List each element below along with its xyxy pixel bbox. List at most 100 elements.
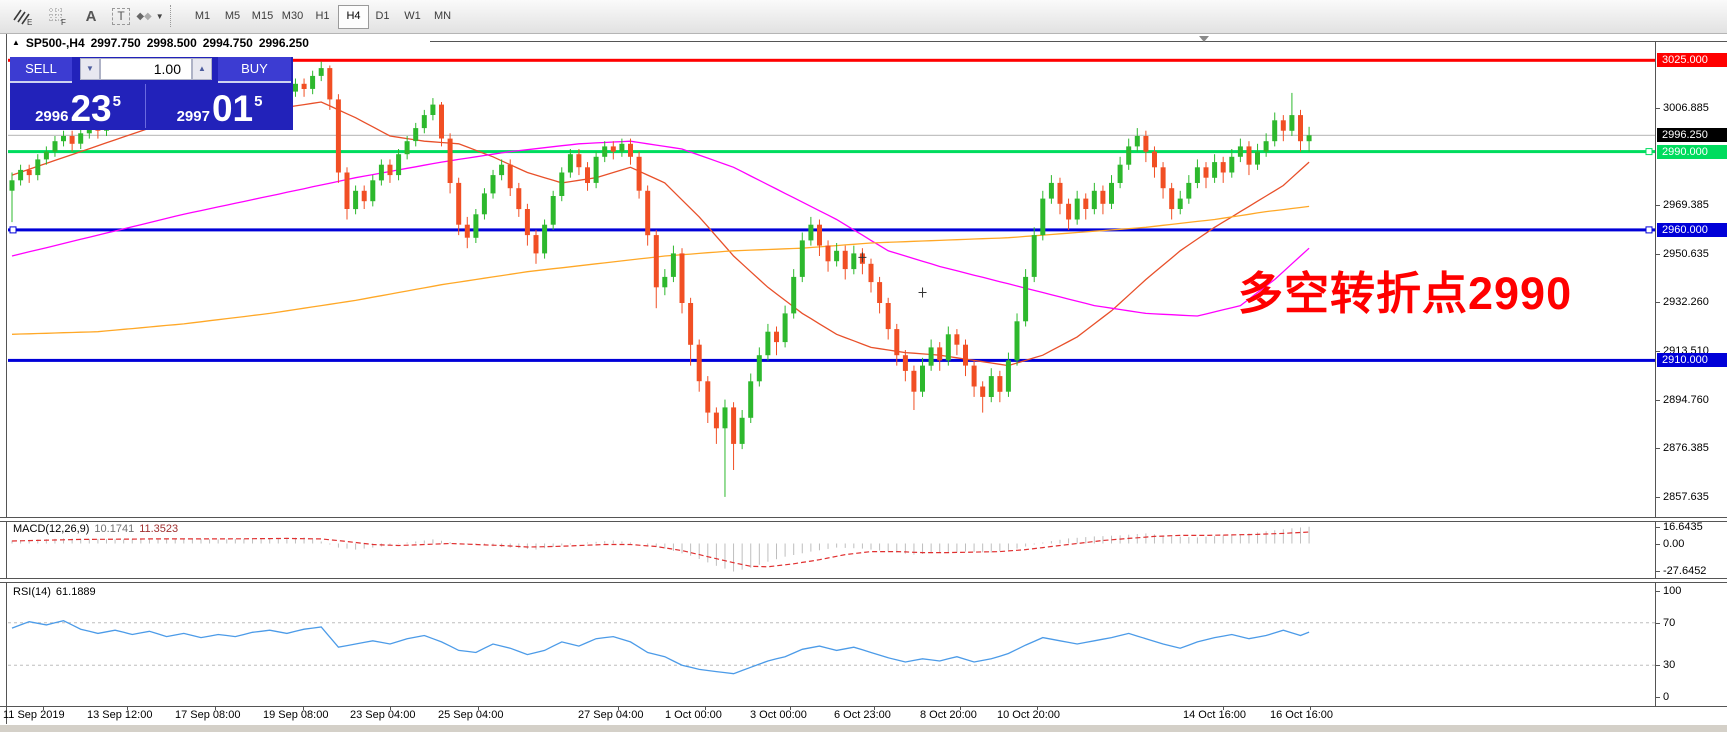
volume-input[interactable] (100, 58, 192, 80)
timeframe-button-m30[interactable]: M30 (278, 5, 307, 27)
timeframe-button-d1[interactable]: D1 (368, 5, 397, 27)
candle-body (482, 193, 487, 214)
timeframe-button-h1[interactable]: H1 (308, 5, 337, 27)
rsi-axis-label: 70 (1663, 616, 1675, 630)
rsi-axis-label: 0 (1663, 690, 1669, 704)
candle-body (843, 251, 848, 269)
candle-body (628, 144, 633, 157)
sell-price[interactable]: 2996 23 5 (12, 84, 144, 128)
candle-body (405, 141, 410, 154)
mt4-window: EFAT◆◆▼ M1M5M15M30H1H4D1W1MN ▲SP500-,H42… (0, 0, 1727, 732)
candle-body (1289, 115, 1294, 131)
price-axis-tick (1656, 302, 1660, 303)
sell-price-small: 2996 (35, 108, 68, 125)
trade-panel-divider (145, 84, 146, 128)
timeframe-button-w1[interactable]: W1 (398, 5, 427, 27)
rsi-axis-tick (1656, 697, 1660, 698)
candle-body (353, 191, 358, 209)
timeframe-button-m1[interactable]: M1 (188, 5, 217, 27)
volume-decrease-button[interactable]: ▼ (80, 58, 100, 80)
candle-body (1015, 321, 1020, 360)
candle-body (430, 105, 435, 115)
volume-increase-button[interactable]: ▲ (192, 58, 212, 80)
candle-body (1229, 157, 1234, 173)
hline-handle[interactable] (1646, 227, 1652, 233)
hline-2910[interactable] (8, 359, 1655, 362)
macd-pane[interactable] (8, 521, 1655, 577)
candle-body (1298, 115, 1303, 141)
rsi-value: 61.1889 (56, 586, 96, 598)
sell-button[interactable]: SELL (10, 57, 72, 83)
price-axis-badge-green: 2990.000 (1657, 145, 1727, 159)
candle-body (808, 225, 813, 241)
candle-body (396, 154, 401, 175)
candle-body (937, 347, 942, 360)
macd-value-main: 10.1741 (94, 523, 134, 535)
price-axis-label: 2950.635 (1663, 247, 1709, 261)
price-axis-badge-blue: 2910.000 (1657, 353, 1727, 367)
candle-body (1109, 183, 1114, 204)
timeframe-button-h4[interactable]: H4 (338, 5, 369, 29)
candle-body (310, 76, 315, 89)
hline-handle[interactable] (1646, 149, 1652, 155)
candle-body (551, 196, 556, 225)
hline-2990[interactable] (8, 150, 1655, 153)
rsi-pane[interactable] (8, 582, 1655, 705)
candle-body (662, 277, 667, 287)
chart-shift-marker-icon (1199, 36, 1209, 42)
candle-body (946, 334, 951, 360)
rsi-line (12, 621, 1309, 674)
candle-body (336, 99, 341, 172)
candle-body (680, 253, 685, 303)
timeframe-button-mn[interactable]: MN (428, 5, 457, 27)
candle-body (723, 407, 728, 428)
candle-body (293, 84, 298, 92)
buy-price-small: 2997 (177, 108, 210, 125)
timeframe-button-m5[interactable]: M5 (218, 5, 247, 27)
toolbar: EFAT◆◆▼ M1M5M15M30H1H4D1W1MN (0, 0, 1727, 34)
candle-body (671, 253, 676, 277)
candle-body (44, 152, 49, 160)
text-icon[interactable]: A (76, 3, 106, 29)
buy-button[interactable]: BUY (218, 57, 291, 83)
candle-body (697, 345, 702, 382)
time-axis-label: 23 Sep 04:00 (350, 709, 415, 721)
candle-body (61, 136, 66, 141)
candle-body (740, 418, 745, 444)
candle-body (714, 413, 719, 429)
rsi-axis-tick (1656, 591, 1660, 592)
ohlc-open: 2997.750 (91, 36, 141, 50)
price-axis-tick (1656, 400, 1660, 401)
candle-body (903, 355, 908, 371)
candle-body (1307, 135, 1312, 141)
sell-price-sup: 5 (113, 93, 121, 110)
rsi-axis-label: 30 (1663, 658, 1675, 672)
candle-body (1281, 120, 1286, 130)
toolbar-separator (170, 5, 172, 27)
objects-icon[interactable]: ◆◆▼ (132, 3, 168, 29)
rsi-label: RSI(14)61.1889 (13, 586, 101, 598)
grid-icon[interactable]: F (42, 3, 72, 29)
indicators-icon[interactable]: E (8, 3, 38, 29)
hline-2960[interactable] (8, 228, 1655, 231)
buy-price[interactable]: 2997 01 5 (148, 84, 291, 128)
price-axis-border (1655, 41, 1656, 706)
candle-body (869, 264, 874, 282)
candle-body (302, 84, 307, 89)
ohlc-close: 2996.250 (259, 36, 309, 50)
candle-body (1032, 235, 1037, 277)
candle-body (929, 347, 934, 365)
candle-body (1075, 199, 1080, 220)
candle-body (379, 165, 384, 181)
hline-2996.25[interactable] (8, 135, 1655, 136)
candle-body (765, 332, 770, 356)
collapse-arrow-icon[interactable]: ▲ (12, 38, 20, 47)
candle-body (594, 157, 599, 183)
macd-axis-tick (1656, 544, 1660, 545)
timeframe-button-m15[interactable]: M15 (248, 5, 277, 27)
price-axis-badge-red: 3025.000 (1657, 53, 1727, 67)
price-axis-tick (1656, 448, 1660, 449)
hline-handle[interactable] (10, 227, 16, 233)
candle-body (1169, 188, 1174, 209)
price-axis-label: 3006.885 (1663, 101, 1709, 115)
